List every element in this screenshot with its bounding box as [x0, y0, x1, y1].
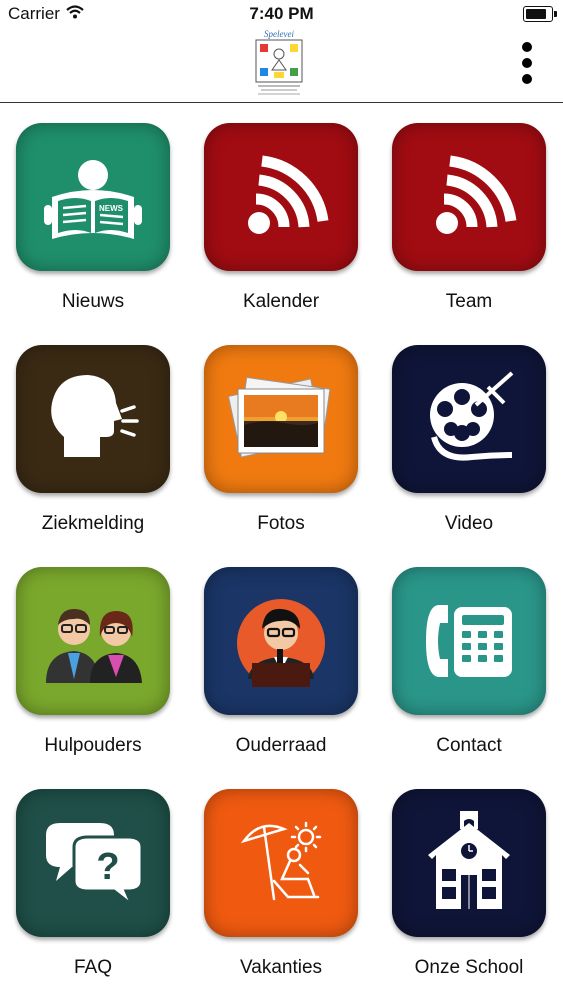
school-building-icon	[392, 789, 546, 937]
tile-video[interactable]: Video	[384, 325, 554, 534]
telephone-icon	[392, 567, 546, 715]
people-icon	[16, 567, 170, 715]
status-bar: Carrier 7:40 PM	[0, 0, 563, 28]
tile-hulpouders[interactable]: Hulpouders	[8, 547, 178, 756]
tile-label: FAQ	[73, 957, 112, 978]
tile-nieuws[interactable]: NEWS Nieuws	[8, 103, 178, 312]
tile-contact[interactable]: Contact	[384, 547, 554, 756]
menu-grid: NEWS Nieuws Kalender Team Ziekmelding Fo…	[0, 103, 563, 1000]
tile-faq[interactable]: ? FAQ	[8, 769, 178, 978]
tile-label: Nieuws	[61, 291, 125, 312]
tile-ouderraad[interactable]: Ouderraad	[196, 547, 366, 756]
tile-label: Kalender	[242, 291, 320, 312]
tile-label: Contact	[436, 735, 502, 756]
tile-team[interactable]: Team	[384, 103, 554, 312]
tile-ziekmelding[interactable]: Ziekmelding	[8, 325, 178, 534]
tile-label: Ouderraad	[235, 735, 327, 756]
tile-label: Hulpouders	[44, 735, 142, 756]
tile-label: Onze School	[414, 957, 524, 978]
rss-icon	[204, 123, 358, 271]
svg-text:Spelevei: Spelevei	[264, 29, 294, 39]
tile-label: Ziekmelding	[41, 513, 145, 534]
tile-onze-school[interactable]: Onze School	[384, 769, 554, 978]
tile-label: Fotos	[257, 513, 305, 534]
school-logo: Spelevei	[255, 29, 303, 95]
tile-fotos[interactable]: Fotos	[196, 325, 366, 534]
speaker-icon	[204, 567, 358, 715]
svg-text:?: ?	[96, 846, 119, 888]
tile-vakanties[interactable]: Vakanties	[196, 769, 366, 978]
photos-icon	[204, 345, 358, 493]
tile-label: Video	[444, 513, 494, 534]
film-reel-icon	[392, 345, 546, 493]
faq-bubbles-icon: ?	[16, 789, 170, 937]
battery-icon	[523, 6, 557, 22]
tile-kalender[interactable]: Kalender	[196, 103, 366, 312]
rss-icon	[392, 123, 546, 271]
nav-bar: Spelevei	[0, 28, 563, 103]
tile-label: Team	[445, 291, 493, 312]
vacation-icon	[204, 789, 358, 937]
status-time: 7:40 PM	[249, 4, 314, 23]
svg-text:NEWS: NEWS	[99, 204, 124, 213]
newspaper-icon: NEWS	[16, 123, 170, 271]
speaking-head-icon	[16, 345, 170, 493]
more-options-button[interactable]	[517, 40, 537, 86]
tile-label: Vakanties	[239, 957, 323, 978]
